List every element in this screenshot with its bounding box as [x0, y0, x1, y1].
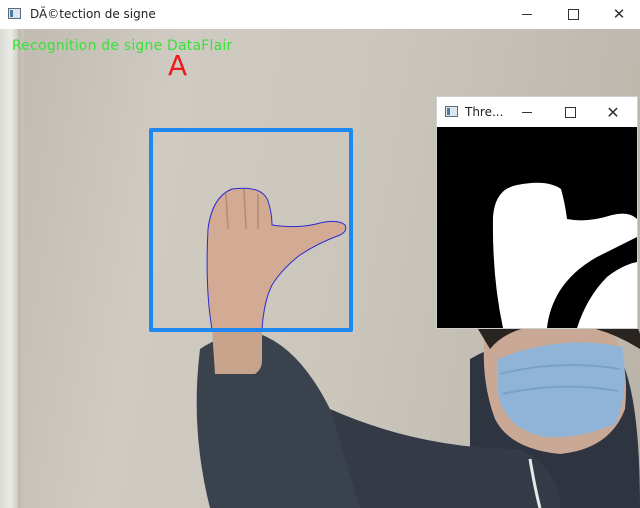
threshold-close-button[interactable]: ✕ — [593, 97, 633, 127]
minimize-button[interactable] — [504, 0, 550, 29]
minimize-icon — [522, 111, 532, 113]
predicted-letter: A — [168, 49, 188, 82]
threshold-minimize-button[interactable] — [507, 97, 547, 127]
close-icon: ✕ — [606, 102, 620, 122]
minimize-icon — [522, 14, 532, 15]
threshold-window[interactable]: Thre... ✕ — [436, 96, 638, 329]
threshold-title: Thre... — [465, 105, 504, 119]
maximize-button[interactable] — [550, 0, 596, 29]
window-titlebar[interactable]: DÃ©tection de signe ✕ — [0, 0, 640, 30]
person-forearm — [212, 329, 262, 374]
close-button[interactable]: ✕ — [596, 0, 640, 29]
close-icon: ✕ — [612, 5, 626, 23]
maximize-icon — [567, 9, 579, 20]
overlay-title: Recognition de signe DataFlair — [12, 38, 233, 54]
maximize-icon — [564, 106, 576, 118]
arm-silhouette — [577, 262, 637, 328]
threshold-mask — [492, 182, 637, 328]
roi-box — [149, 128, 353, 332]
threshold-image — [437, 127, 637, 328]
window-title: DÃ©tection de signe — [30, 7, 156, 21]
threshold-titlebar[interactable]: Thre... ✕ — [437, 97, 637, 127]
threshold-maximize-button[interactable] — [550, 97, 590, 127]
app-window-icon — [8, 8, 21, 19]
threshold-window-icon — [445, 106, 458, 117]
